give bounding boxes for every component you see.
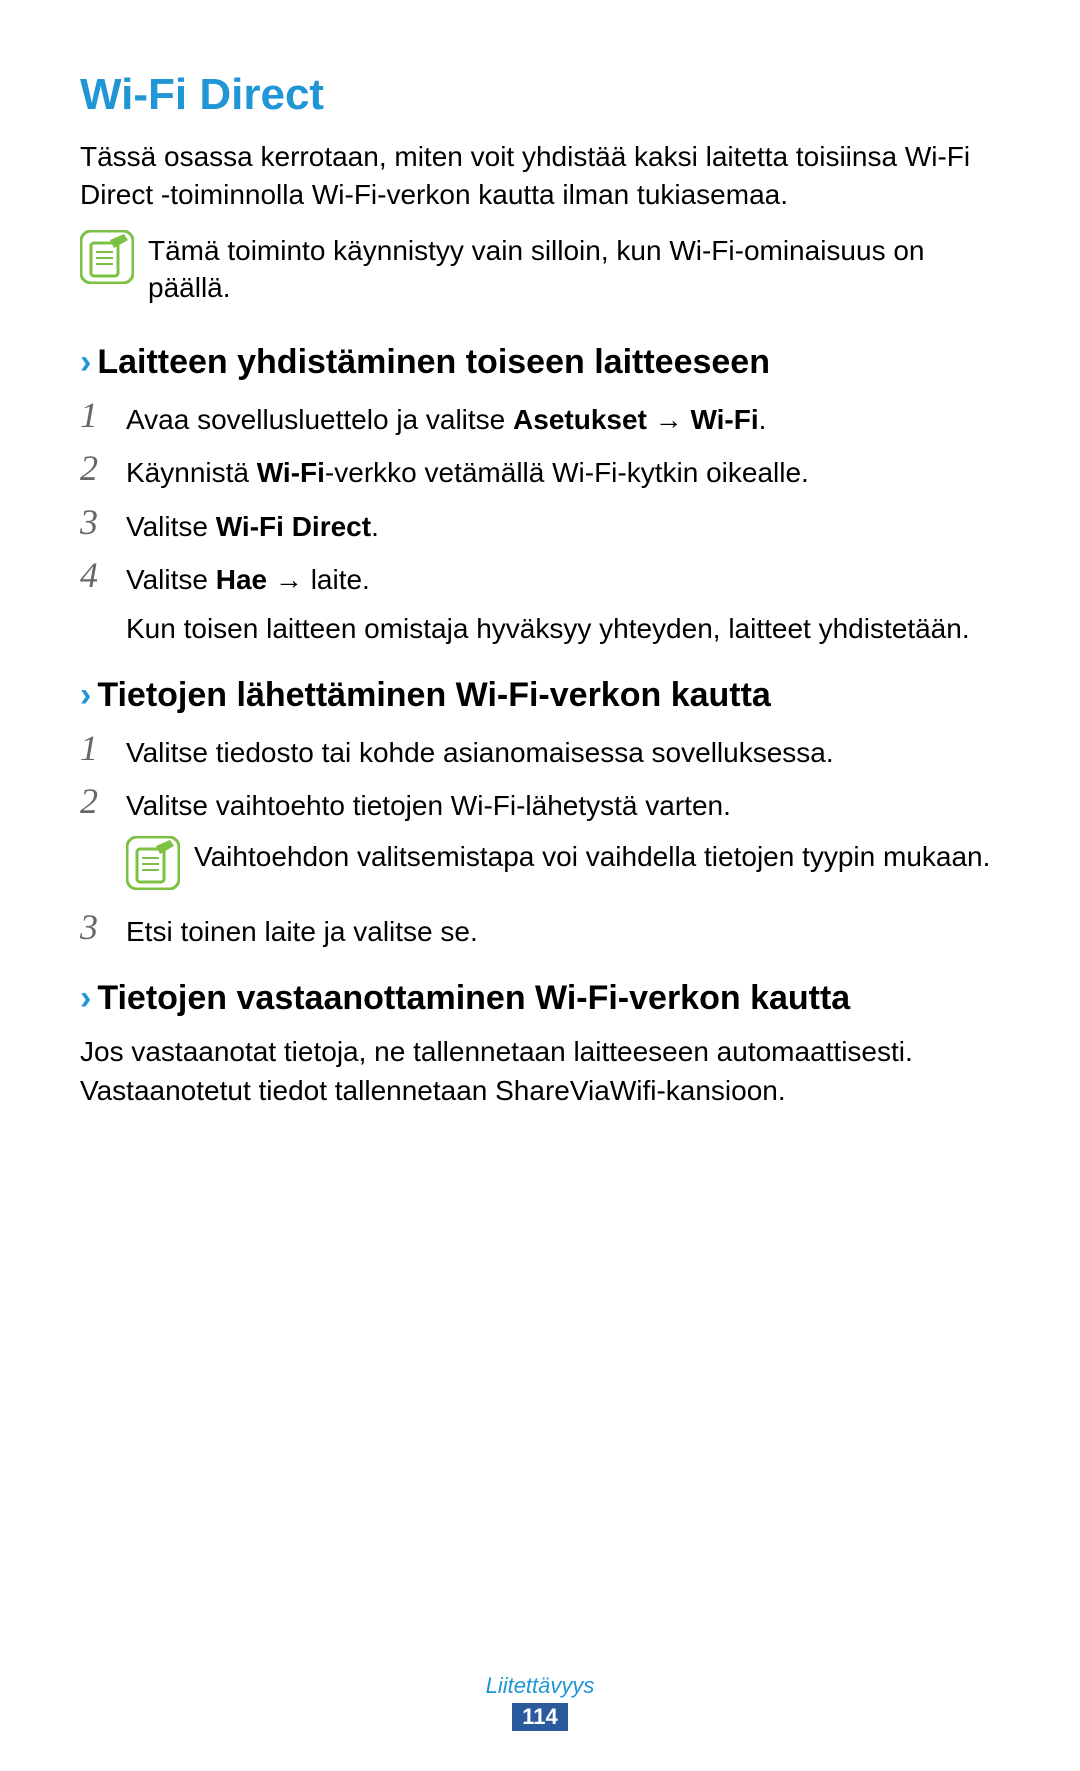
step-text: Valitse Wi-Fi Direct. <box>126 503 379 546</box>
section-send: › Tietojen lähettäminen Wi-Fi-verkon kau… <box>80 676 1000 951</box>
step-number: 2 <box>80 782 108 822</box>
page-number: 114 <box>512 1703 568 1731</box>
step-number: 2 <box>80 449 108 489</box>
step-item: 4 Valitse Hae → laite. <box>80 556 1000 599</box>
step-text: Valitse Hae → laite. <box>126 556 370 599</box>
note-text: Tämä toiminto käynnistyy vain silloin, k… <box>148 230 1000 308</box>
step-item: 1 Avaa sovellusluettelo ja valitse Asetu… <box>80 396 1000 439</box>
subsection-heading: › Laitteen yhdistäminen toiseen laittees… <box>80 343 1000 382</box>
step-text: Avaa sovellusluettelo ja valitse Asetuks… <box>126 396 766 439</box>
subsection-title: Laitteen yhdistäminen toiseen laitteesee… <box>97 343 770 382</box>
step-text: Etsi toinen laite ja valitse se. <box>126 908 478 951</box>
step-text: Valitse tiedosto tai kohde asianomaisess… <box>126 729 834 772</box>
page-title: Wi-Fi Direct <box>80 70 1000 120</box>
note-icon <box>80 230 134 284</box>
step-number: 4 <box>80 556 108 596</box>
chevron-icon: › <box>80 343 91 382</box>
subsection-title: Tietojen lähettäminen Wi-Fi-verkon kautt… <box>97 676 771 715</box>
section-receive: › Tietojen vastaanottaminen Wi-Fi-verkon… <box>80 979 1000 1110</box>
note-block: Tämä toiminto käynnistyy vain silloin, k… <box>80 230 1000 308</box>
subsection-title: Tietojen vastaanottaminen Wi-Fi-verkon k… <box>97 979 850 1018</box>
step-number: 1 <box>80 396 108 436</box>
step-item: 2 Valitse vaihtoehto tietojen Wi-Fi-lähe… <box>80 782 1000 825</box>
subsection-heading: › Tietojen lähettäminen Wi-Fi-verkon kau… <box>80 676 1000 715</box>
step-number: 1 <box>80 729 108 769</box>
note-icon <box>126 836 180 890</box>
section-connect: › Laitteen yhdistäminen toiseen laittees… <box>80 343 1000 648</box>
note-text: Vaihtoehdon valitsemistapa voi vaihdella… <box>194 836 990 876</box>
step-subtext: Kun toisen laitteen omistaja hyväksyy yh… <box>126 609 1000 648</box>
footer-section-label: Liitettävyys <box>0 1673 1080 1699</box>
step-text: Käynnistä Wi-Fi-verkko vetämällä Wi-Fi-k… <box>126 449 809 492</box>
step-item: 3 Valitse Wi-Fi Direct. <box>80 503 1000 546</box>
step-number: 3 <box>80 503 108 543</box>
chevron-icon: › <box>80 676 91 715</box>
step-number: 3 <box>80 908 108 948</box>
step-item: 3 Etsi toinen laite ja valitse se. <box>80 908 1000 951</box>
note-block: Vaihtoehdon valitsemistapa voi vaihdella… <box>126 836 1000 890</box>
page-footer: Liitettävyys 114 <box>0 1673 1080 1731</box>
step-item: 2 Käynnistä Wi-Fi-verkko vetämällä Wi-Fi… <box>80 449 1000 492</box>
subsection-heading: › Tietojen vastaanottaminen Wi-Fi-verkon… <box>80 979 1000 1018</box>
step-item: 1 Valitse tiedosto tai kohde asianomaise… <box>80 729 1000 772</box>
chevron-icon: › <box>80 979 91 1018</box>
intro-paragraph: Tässä osassa kerrotaan, miten voit yhdis… <box>80 138 1000 214</box>
step-text: Valitse vaihtoehto tietojen Wi-Fi-lähety… <box>126 782 731 825</box>
page-content: Wi-Fi Direct Tässä osassa kerrotaan, mit… <box>0 0 1080 1178</box>
body-paragraph: Jos vastaanotat tietoja, ne tallennetaan… <box>80 1032 1000 1110</box>
